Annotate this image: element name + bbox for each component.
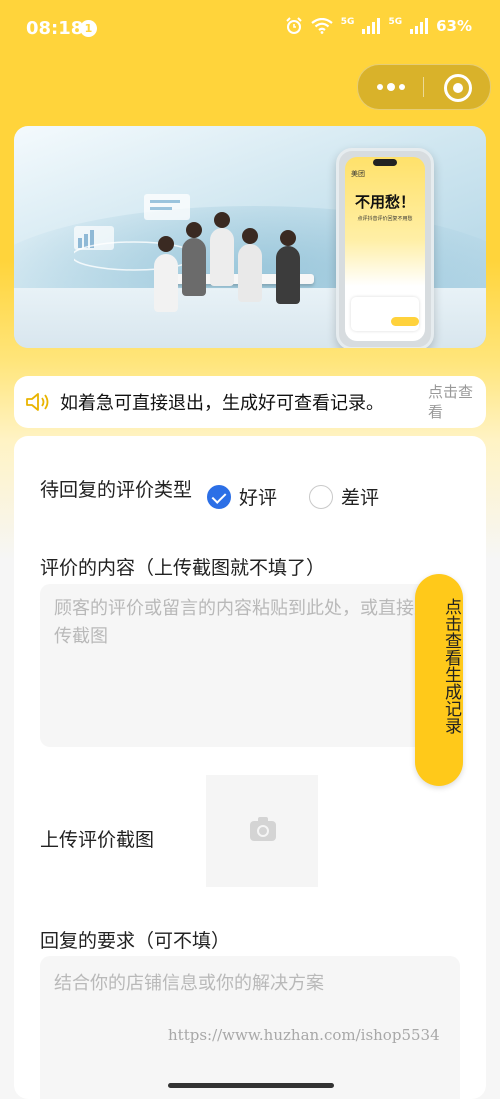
speaker-icon [26, 393, 49, 411]
phone-app-name: 美团 [351, 170, 365, 178]
home-indicator[interactable] [168, 1083, 334, 1088]
person-head [280, 230, 296, 246]
person-head [186, 222, 202, 238]
view-records-link[interactable]: 点击查看 [428, 382, 482, 422]
network-label-2: 5G [388, 17, 403, 27]
notice-message: 如着急可直接退出，生成好可查看记录。 [60, 393, 384, 414]
person-figure [238, 244, 262, 302]
person-figure [276, 246, 300, 304]
notice-bar: 如着急可直接退出，生成好可查看记录。 点击查看 [14, 376, 486, 428]
view-history-button[interactable]: 点击查看生成记录 [415, 574, 463, 786]
person-figure [210, 228, 234, 286]
person-head [214, 212, 230, 228]
review-type-label: 待回复的评价类型 [40, 479, 193, 501]
upload-screenshot-button[interactable] [206, 775, 318, 887]
person-figure [182, 238, 206, 296]
wifi-icon [311, 18, 333, 34]
reply-requirement-placeholder: 结合你的店铺信息或你的解决方案 [54, 973, 324, 994]
status-bar: 08:18 1 5G 5G 63% [0, 0, 500, 62]
signal-icon [362, 18, 381, 34]
watermark-text: https://www.huzhan.com/ishop5534 [168, 1026, 440, 1044]
person-figure [154, 254, 178, 312]
radio-option-negative[interactable]: 差评 [309, 483, 379, 510]
more-icon[interactable] [358, 65, 423, 109]
phone-mockup: 美团 不用愁！ 点评抖音评价回复不用愁 [336, 148, 434, 348]
radio-unchecked-icon[interactable] [309, 484, 333, 509]
banner-subline: 点评抖音评价回复不用愁 [357, 216, 413, 222]
radio-label-positive: 好评 [239, 487, 278, 509]
radio-option-positive[interactable]: 好评 [207, 483, 277, 510]
network-label-1: 5G [340, 17, 355, 27]
status-icons: 5G 5G 63% [285, 17, 472, 35]
phone-notch [373, 159, 397, 166]
view-history-label: 点击查看生成记录 [441, 598, 461, 734]
battery-percent: 63% [436, 17, 472, 35]
person-head [158, 236, 174, 252]
radio-label-negative: 差评 [341, 487, 380, 509]
phone-screen: 美团 不用愁！ 点评抖音评价回复不用愁 [345, 157, 425, 341]
notification-badge: 1 [80, 20, 97, 37]
person-head [242, 228, 258, 244]
review-content-textarea[interactable]: 顾客的评价或留言的内容粘贴到此处，或直接上传截图 [40, 584, 460, 747]
review-content-label: 评价的内容（上传截图就不填了） [40, 557, 326, 579]
signal-icon [410, 18, 429, 34]
upload-screenshot-label: 上传评价截图 [40, 829, 155, 851]
reply-form-card: 待回复的评价类型 好评 差评 评价的内容（上传截图就不填了） 顾客的评价或留言的… [14, 436, 486, 1099]
alarm-icon [286, 17, 302, 34]
miniprogram-capsule [357, 64, 491, 110]
close-miniprogram-icon[interactable] [444, 74, 472, 102]
camera-icon [250, 817, 276, 841]
status-time: 08:18 [26, 18, 84, 39]
phone-button [391, 317, 419, 326]
radio-checked-icon[interactable] [207, 484, 231, 509]
banner-headline: 不用愁！ [354, 193, 415, 211]
capsule-divider [423, 77, 424, 97]
review-content-placeholder: 顾客的评价或留言的内容粘贴到此处，或直接上传截图 [54, 598, 432, 647]
reply-requirement-label: 回复的要求（可不填） [40, 930, 231, 952]
banner-image[interactable]: 美团 不用愁！ 点评抖音评价回复不用愁 [14, 126, 486, 348]
